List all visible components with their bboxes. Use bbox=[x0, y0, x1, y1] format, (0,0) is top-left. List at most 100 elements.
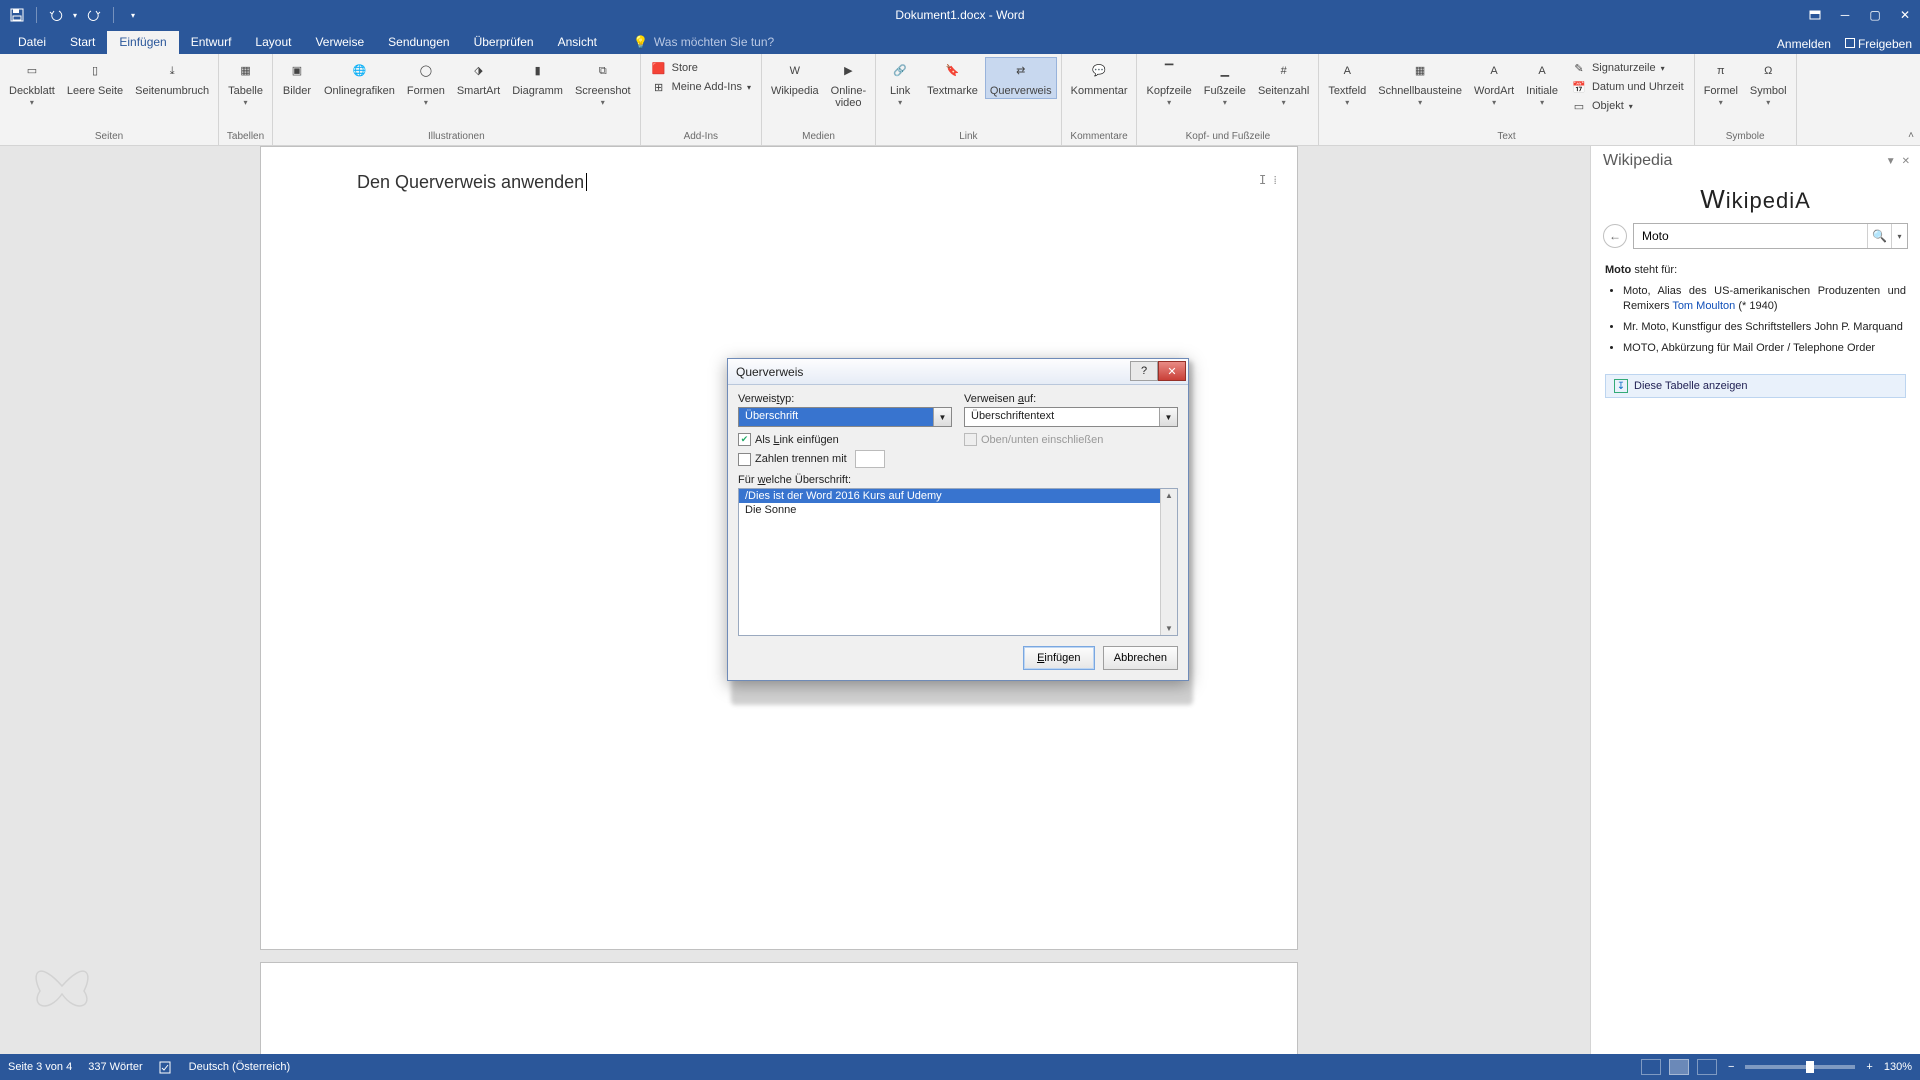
signin-link[interactable]: Anmelden bbox=[1777, 37, 1831, 51]
close-icon[interactable]: ✕ bbox=[1890, 0, 1920, 30]
chevron-down-icon[interactable]: ▾ bbox=[1223, 97, 1227, 109]
ribbon-collapse-icon[interactable]: ˄ bbox=[1908, 130, 1914, 141]
minimize-icon[interactable]: ─ bbox=[1830, 0, 1860, 30]
tab-sendungen[interactable]: Sendungen bbox=[376, 31, 461, 54]
status-proofing-icon[interactable] bbox=[159, 1060, 173, 1074]
ribbon-signaturzeile-button[interactable]: ✎Signaturzeile ▾ bbox=[1569, 59, 1686, 77]
ribbon-seitenumbruch-button[interactable]: ⤓Seitenumbruch bbox=[130, 57, 214, 99]
separate-checkbox-row[interactable]: ✔ Zahlen trennen mit bbox=[738, 450, 1178, 468]
ribbon-formen-button[interactable]: ◯Formen▾ bbox=[402, 57, 450, 111]
ribbon-deckblatt-button[interactable]: ▭Deckblatt▾ bbox=[4, 57, 60, 111]
share-button[interactable]: Freigeben bbox=[1845, 37, 1912, 51]
zoom-in-icon[interactable]: + bbox=[1863, 1061, 1875, 1073]
chevron-down-icon[interactable]: ▾ bbox=[1282, 97, 1286, 109]
ribbon-leereseite-button[interactable]: ▯Leere Seite bbox=[62, 57, 128, 99]
tab-ueberpruefen[interactable]: Überprüfen bbox=[462, 31, 546, 54]
ribbon-formel-button[interactable]: πFormel▾ bbox=[1699, 57, 1743, 111]
wikipedia-search-dd-icon[interactable]: ▾ bbox=[1891, 224, 1907, 248]
separate-input[interactable] bbox=[855, 450, 885, 468]
tellme-search[interactable]: 💡 Was möchten Sie tun? bbox=[633, 35, 774, 54]
tab-entwurf[interactable]: Entwurf bbox=[179, 31, 244, 54]
dialog-titlebar[interactable]: Querverweis ? ✕ bbox=[728, 359, 1188, 385]
ribbon-querverweis-button[interactable]: ⇄Querverweis bbox=[985, 57, 1057, 99]
pane-options-icon[interactable]: ▼ bbox=[1886, 156, 1896, 167]
maximize-icon[interactable]: ▢ bbox=[1860, 0, 1890, 30]
ribbon-screenshot-button[interactable]: ⧉Screenshot▾ bbox=[570, 57, 636, 111]
insert-button[interactable]: Einfügen bbox=[1023, 646, 1095, 670]
heading-listbox[interactable]: /Dies ist der Word 2016 Kurs auf Udemy D… bbox=[738, 488, 1178, 636]
view-read-icon[interactable] bbox=[1641, 1059, 1661, 1075]
chevron-down-icon[interactable]: ▾ bbox=[1167, 97, 1171, 109]
save-icon[interactable] bbox=[8, 6, 26, 24]
tab-ansicht[interactable]: Ansicht bbox=[546, 31, 609, 54]
ribbon-initiale-button[interactable]: AInitiale▾ bbox=[1521, 57, 1563, 111]
ref-to-combo[interactable]: Überschriftentext ▼ bbox=[964, 407, 1178, 427]
zoom-level[interactable]: 130% bbox=[1884, 1061, 1912, 1073]
page[interactable] bbox=[260, 962, 1298, 1054]
ribbon-fuzeile-button[interactable]: ▁Fußzeile▾ bbox=[1199, 57, 1251, 111]
ribbon-symbol-button[interactable]: ΩSymbol▾ bbox=[1745, 57, 1792, 111]
as-link-checkbox-row[interactable]: ✔ Als Link einfügen bbox=[738, 433, 952, 446]
ribbon-kopfzeile-button[interactable]: ▔Kopfzeile▾ bbox=[1141, 57, 1196, 111]
status-page[interactable]: Seite 3 von 4 bbox=[8, 1061, 72, 1073]
status-language[interactable]: Deutsch (Österreich) bbox=[189, 1061, 290, 1073]
wikipedia-back-button[interactable]: ← bbox=[1603, 224, 1627, 248]
ribbon-wordart-button[interactable]: AWordArt▾ bbox=[1469, 57, 1519, 111]
tab-einfuegen[interactable]: Einfügen bbox=[107, 31, 178, 54]
ribbon-wikipedia-button[interactable]: WWikipedia bbox=[766, 57, 824, 99]
view-print-icon[interactable] bbox=[1669, 1059, 1689, 1075]
dialog-help-icon[interactable]: ? bbox=[1130, 361, 1158, 381]
ribbon-objekt-button[interactable]: ▭Objekt ▾ bbox=[1569, 97, 1686, 115]
chevron-down-icon[interactable]: ▾ bbox=[1719, 97, 1723, 109]
ribbon-link-button[interactable]: 🔗Link▾ bbox=[880, 57, 920, 111]
qat-customize-icon[interactable]: ▾ bbox=[124, 6, 142, 24]
redo-icon[interactable] bbox=[85, 6, 103, 24]
undo-icon[interactable] bbox=[47, 6, 65, 24]
ribbon-bilder-button[interactable]: ▣Bilder bbox=[277, 57, 317, 99]
ribbon-kommentar-button[interactable]: 💬Kommentar bbox=[1066, 57, 1133, 99]
scroll-down-icon[interactable]: ▼ bbox=[1163, 622, 1175, 635]
checkbox-checked-icon[interactable]: ✔ bbox=[738, 433, 751, 446]
chevron-down-icon[interactable]: ▾ bbox=[601, 97, 605, 109]
dialog-close-icon[interactable]: ✕ bbox=[1158, 361, 1186, 381]
chevron-down-icon[interactable]: ▾ bbox=[1766, 97, 1770, 109]
wikipedia-search-input[interactable] bbox=[1634, 224, 1867, 248]
ribbon-smartart-button[interactable]: ⬗SmartArt bbox=[452, 57, 505, 99]
ribbon-schnellbausteine-button[interactable]: ▦Schnellbausteine▾ bbox=[1373, 57, 1467, 111]
tab-layout[interactable]: Layout bbox=[243, 31, 303, 54]
search-icon[interactable]: 🔍 bbox=[1867, 224, 1891, 248]
ref-type-combo[interactable]: Überschrift ▼ bbox=[738, 407, 952, 427]
tab-start[interactable]: Start bbox=[58, 31, 107, 54]
chevron-down-icon[interactable]: ▼ bbox=[933, 408, 951, 426]
scroll-up-icon[interactable]: ▲ bbox=[1163, 489, 1175, 502]
tab-verweise[interactable]: Verweise bbox=[303, 31, 376, 54]
chevron-down-icon[interactable]: ▾ bbox=[1418, 97, 1422, 109]
zoom-slider[interactable] bbox=[1745, 1065, 1855, 1069]
chevron-down-icon[interactable]: ▾ bbox=[1345, 97, 1349, 109]
ribbon-textmarke-button[interactable]: 🔖Textmarke bbox=[922, 57, 983, 99]
pane-close-icon[interactable]: ✕ bbox=[1902, 156, 1910, 167]
chevron-down-icon[interactable]: ▾ bbox=[898, 97, 902, 109]
ribbon-display-icon[interactable] bbox=[1800, 0, 1830, 30]
status-words[interactable]: 337 Wörter bbox=[88, 1061, 142, 1073]
ribbon-diagramm-button[interactable]: ▮Diagramm bbox=[507, 57, 568, 99]
chevron-down-icon[interactable]: ▾ bbox=[1492, 97, 1496, 109]
ribbon-meineaddins-button[interactable]: ⊞Meine Add-Ins ▾ bbox=[649, 78, 753, 96]
zoom-thumb[interactable] bbox=[1806, 1061, 1814, 1073]
cancel-button[interactable]: Abbrechen bbox=[1103, 646, 1178, 670]
list-item[interactable]: /Dies ist der Word 2016 Kurs auf Udemy bbox=[739, 489, 1160, 503]
tab-datei[interactable]: Datei bbox=[6, 31, 58, 54]
checkbox-unchecked-icon[interactable]: ✔ bbox=[738, 453, 751, 466]
ribbon-onlinegrafiken-button[interactable]: 🌐Onlinegrafiken bbox=[319, 57, 400, 99]
chevron-down-icon[interactable]: ▼ bbox=[1159, 408, 1177, 426]
chevron-down-icon[interactable]: ▾ bbox=[424, 97, 428, 109]
wiki-item-link[interactable]: Tom Moulton bbox=[1672, 300, 1735, 312]
undo-dd-icon[interactable]: ▾ bbox=[71, 6, 79, 24]
wikipedia-show-table-button[interactable]: ↧ Diese Tabelle anzeigen bbox=[1605, 374, 1906, 398]
listbox-scrollbar[interactable]: ▲▼ bbox=[1160, 489, 1177, 635]
chevron-down-icon[interactable]: ▾ bbox=[244, 97, 248, 109]
ribbon-datumunduhrzeit-button[interactable]: 📅Datum und Uhrzeit bbox=[1569, 78, 1686, 96]
ribbon-onlinevideo-button[interactable]: ▶Online-video bbox=[826, 57, 871, 111]
chevron-down-icon[interactable]: ▾ bbox=[1540, 97, 1544, 109]
ribbon-store-button[interactable]: 🟥Store bbox=[649, 59, 753, 77]
